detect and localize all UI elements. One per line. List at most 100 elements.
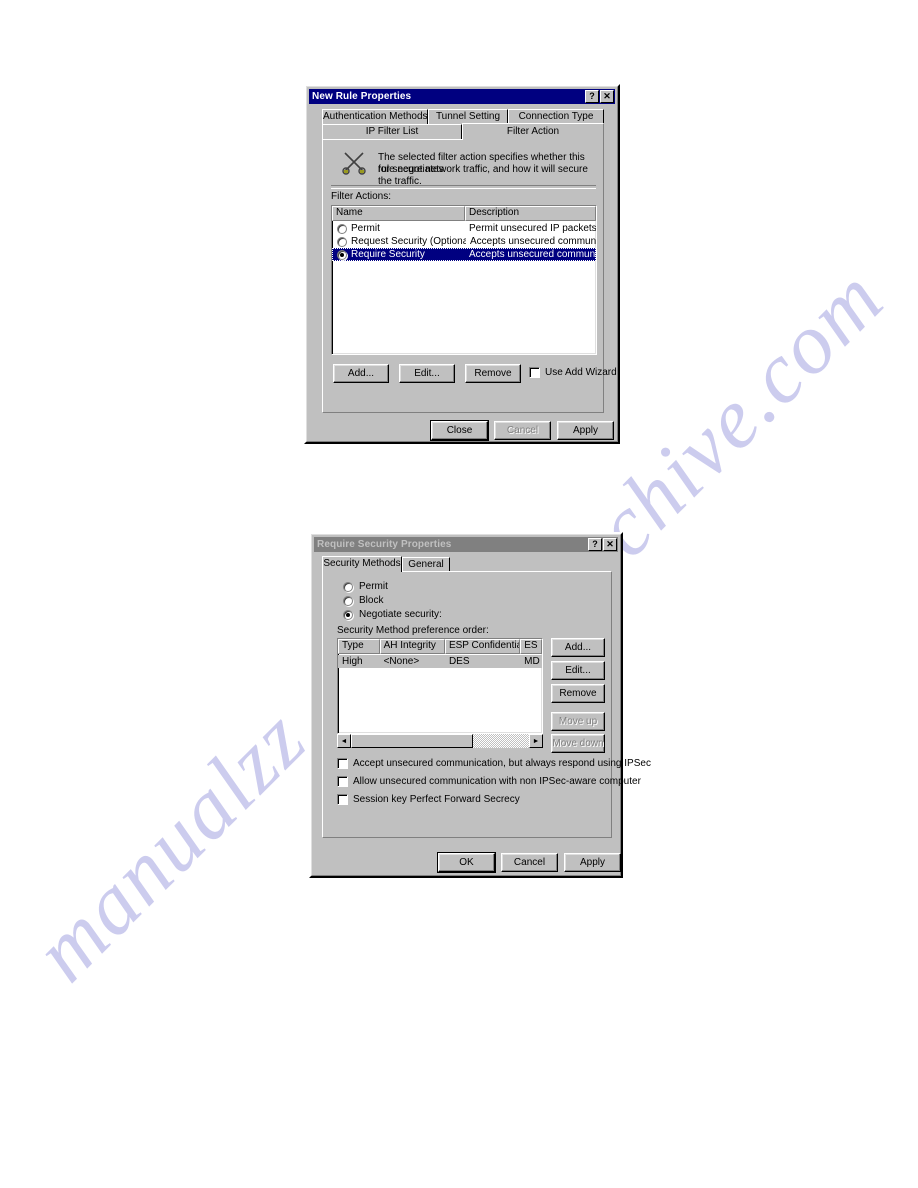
- filter-actions-list-header: Name Description: [332, 206, 596, 221]
- use-add-wizard-checkbox[interactable]: Use Add Wizard: [529, 367, 617, 378]
- move-down-button: Move down: [551, 734, 605, 753]
- table-row[interactable]: Request Security (Optional) Accepts unse…: [332, 235, 596, 248]
- help-icon[interactable]: ?: [588, 538, 602, 551]
- session-key-pfs-checkbox-box[interactable]: [337, 794, 348, 805]
- filter-action-name: Permit: [351, 223, 380, 234]
- radio-permit-row[interactable]: Permit: [343, 581, 388, 592]
- cell-esp-integrity: MD: [524, 656, 540, 667]
- new-rule-properties-dialog: New Rule Properties ? ✕ Authentication M…: [304, 84, 620, 444]
- table-row[interactable]: Require Security Accepts unsecured commu…: [332, 248, 596, 261]
- ok-button[interactable]: OK: [438, 853, 495, 872]
- cancel-button: Cancel: [494, 421, 551, 440]
- session-key-pfs-label: Session key Perfect Forward Secrecy: [353, 794, 520, 805]
- tab-filter-action[interactable]: Filter Action: [462, 123, 604, 140]
- accept-unsecured-communication-checkbox[interactable]: Accept unsecured communication, but alwa…: [337, 758, 651, 769]
- apply-button[interactable]: Apply: [557, 421, 614, 440]
- tab-security-methods[interactable]: Security Methods: [322, 556, 402, 572]
- close-icon[interactable]: ✕: [600, 90, 614, 103]
- dialog2-titlebar[interactable]: Require Security Properties ? ✕: [314, 537, 618, 552]
- dialog1-frame: New Rule Properties ? ✕ Authentication M…: [306, 86, 618, 442]
- radio-negotiate-security[interactable]: [343, 609, 353, 620]
- scrollbar-thumb[interactable]: [351, 734, 473, 748]
- table-row[interactable]: Permit Permit unsecured IP packets to ..…: [332, 222, 596, 235]
- tab-general-label: General: [408, 559, 444, 570]
- allow-unsecured-communication-checkbox-box[interactable]: [337, 776, 348, 787]
- filter-action-description: Permit unsecured IP packets to ...: [469, 223, 596, 234]
- use-add-wizard-label: Use Add Wizard: [545, 367, 617, 378]
- filter-action-description: Accepts unsecured communicat...: [469, 249, 596, 260]
- add-button-label: Add...: [347, 368, 375, 379]
- cancel-button-label: Cancel: [506, 425, 539, 436]
- separator: [331, 185, 596, 189]
- radio-negotiate-security-label: Negotiate security:: [359, 609, 442, 620]
- filter-action-name: Request Security (Optional): [351, 236, 466, 247]
- move-up-button: Move up: [551, 712, 605, 731]
- column-esp-integrity[interactable]: ES: [520, 639, 542, 654]
- edit-button[interactable]: Edit...: [399, 364, 455, 383]
- add-button-label: Add...: [564, 642, 592, 653]
- radio-require-security[interactable]: [337, 249, 347, 260]
- tab-authentication-methods[interactable]: Authentication Methods: [322, 109, 428, 124]
- tab-ip-filter-list-label: IP Filter List: [365, 126, 419, 137]
- dialog1-title: New Rule Properties: [312, 91, 412, 102]
- tab-tunnel-setting[interactable]: Tunnel Setting: [428, 109, 508, 124]
- accept-unsecured-communication-label: Accept unsecured communication, but alwa…: [353, 758, 651, 769]
- tab-ip-filter-list[interactable]: IP Filter List: [322, 124, 462, 139]
- dialog2-frame: Require Security Properties ? ✕ Security…: [311, 534, 651, 876]
- radio-permit[interactable]: [343, 581, 353, 592]
- apply-button-label: Apply: [579, 857, 605, 868]
- allow-unsecured-communication-checkbox[interactable]: Allow unsecured communication with non I…: [337, 776, 641, 787]
- edit-button-label: Edit...: [565, 665, 591, 676]
- close-button[interactable]: Close: [431, 421, 488, 440]
- tab-filter-action-label: Filter Action: [506, 126, 560, 137]
- tab-tunnel-setting-label: Tunnel Setting: [435, 111, 501, 122]
- cancel-button-label: Cancel: [513, 857, 546, 868]
- radio-request-security[interactable]: [337, 236, 347, 247]
- dialog1-tab-panel: The selected filter action specifies whe…: [322, 139, 617, 413]
- scrollbar-track[interactable]: [351, 734, 529, 748]
- cancel-button[interactable]: Cancel: [501, 853, 558, 872]
- edit-button[interactable]: Edit...: [551, 661, 605, 680]
- filter-actions-label: Filter Actions:: [331, 191, 392, 202]
- allow-unsecured-communication-label: Allow unsecured communication with non I…: [353, 776, 641, 787]
- table-row[interactable]: High <None> DES MD: [338, 655, 542, 668]
- radio-block-label: Block: [359, 595, 384, 606]
- column-type[interactable]: Type: [338, 639, 380, 654]
- apply-button[interactable]: Apply: [564, 853, 621, 872]
- column-name[interactable]: Name: [332, 206, 465, 221]
- remove-button[interactable]: Remove: [465, 364, 521, 383]
- remove-button[interactable]: Remove: [551, 684, 605, 703]
- remove-button-label: Remove: [559, 688, 597, 699]
- column-description[interactable]: Description: [464, 206, 596, 221]
- column-ah-integrity[interactable]: AH Integrity: [379, 639, 445, 654]
- move-up-button-label: Move up: [558, 716, 598, 727]
- scroll-right-icon[interactable]: ►: [529, 734, 543, 748]
- security-methods-list[interactable]: Type AH Integrity ESP Confidential... ES…: [337, 638, 543, 734]
- add-button[interactable]: Add...: [551, 638, 605, 657]
- close-icon[interactable]: ✕: [603, 538, 617, 551]
- accept-unsecured-communication-checkbox-box[interactable]: [337, 758, 348, 769]
- security-method-preference-label: Security Method preference order:: [337, 625, 489, 636]
- radio-permit[interactable]: [337, 223, 347, 234]
- help-icon[interactable]: ?: [585, 90, 599, 103]
- filter-actions-list[interactable]: Name Description Permit Permit unsecured…: [331, 205, 597, 355]
- dialog1-titlebar[interactable]: New Rule Properties ? ✕: [309, 89, 615, 104]
- radio-block[interactable]: [343, 595, 353, 606]
- page-root: manualzz archive.com New Rule Properties…: [0, 0, 918, 1188]
- session-key-pfs-checkbox[interactable]: Session key Perfect Forward Secrecy: [337, 794, 520, 805]
- radio-negotiate-security-row[interactable]: Negotiate security:: [343, 609, 442, 620]
- radio-block-row[interactable]: Block: [343, 595, 383, 606]
- tab-security-methods-label: Security Methods: [323, 558, 401, 569]
- column-esp-confidentiality[interactable]: ESP Confidential...: [444, 639, 521, 654]
- cell-ah-integrity: <None>: [383, 656, 420, 667]
- radio-permit-label: Permit: [359, 581, 388, 592]
- dialog2-tab-panel: Permit Block Negotiate security: Securit…: [322, 571, 651, 838]
- scroll-left-icon[interactable]: ◄: [337, 734, 351, 748]
- use-add-wizard-checkbox-box[interactable]: [529, 367, 540, 378]
- horizontal-scrollbar[interactable]: ◄ ►: [337, 734, 543, 748]
- tab-general[interactable]: General: [402, 557, 450, 572]
- add-button[interactable]: Add...: [333, 364, 389, 383]
- dialog2-title: Require Security Properties: [317, 539, 452, 550]
- tab-connection-type[interactable]: Connection Type: [508, 109, 604, 124]
- cell-esp-confidentiality: DES: [448, 656, 470, 667]
